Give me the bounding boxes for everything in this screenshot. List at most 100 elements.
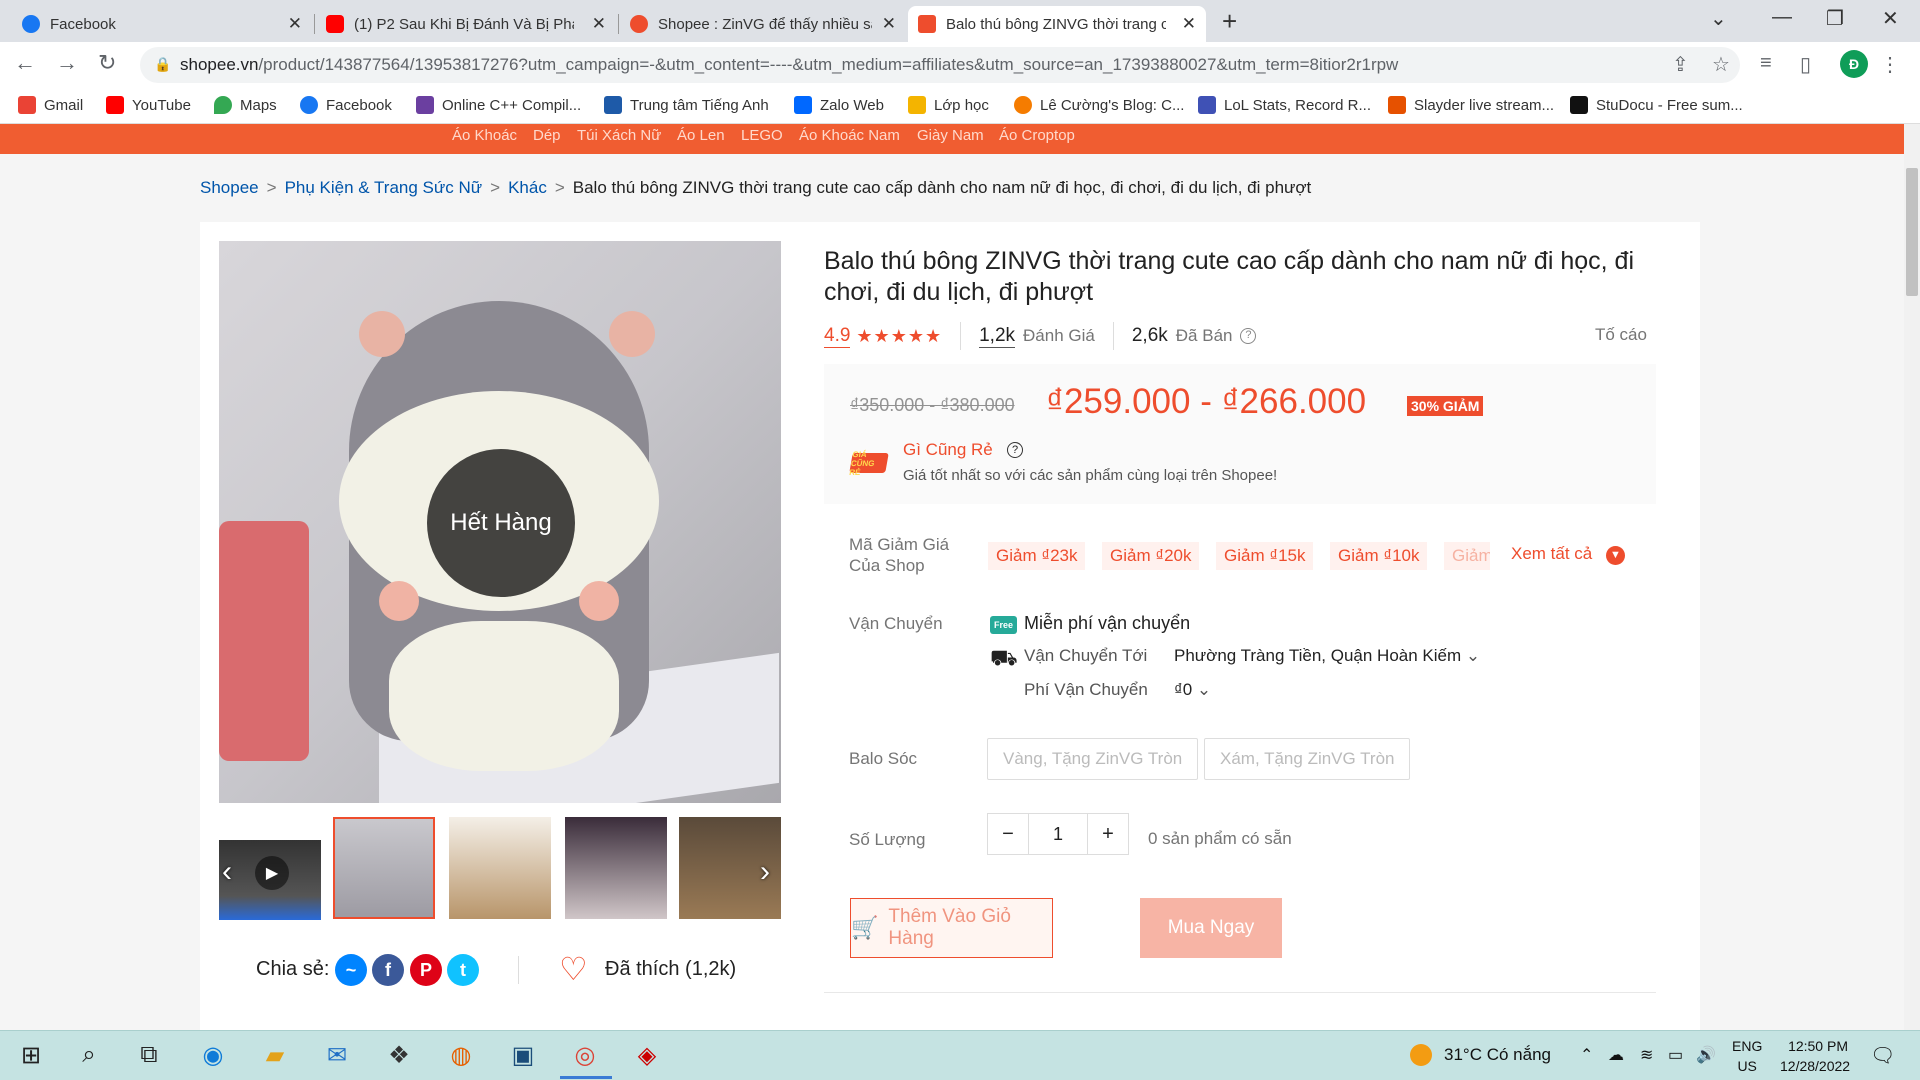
tab-facebook[interactable]: Facebook ✕ (12, 6, 312, 42)
variant-option-yellow[interactable]: Vàng, Tặng ZinVG Tròn (987, 738, 1199, 780)
close-icon[interactable]: ✕ (1182, 14, 1196, 34)
search-icon[interactable]: ⌕ (72, 1038, 106, 1072)
app-icon[interactable]: ▣ (506, 1038, 540, 1072)
chevron-right-icon[interactable]: › (760, 855, 770, 889)
bookmark-youtube[interactable]: YouTube (106, 96, 191, 114)
bookmark-lol-stats[interactable]: LoL Stats, Record R... (1198, 96, 1371, 114)
chevron-up-icon[interactable]: ⌃ (1580, 1045, 1593, 1065)
breadcrumb-category[interactable]: Phụ Kiện & Trang Sức Nữ (285, 178, 483, 198)
facebook-share-icon[interactable]: f (372, 954, 404, 986)
breadcrumb-shopee[interactable]: Shopee (200, 178, 259, 198)
tab-search-icon[interactable]: ⌄ (1710, 6, 1727, 31)
restore-icon[interactable]: ❐ (1826, 6, 1844, 31)
media-control-icon[interactable]: ≡ (1760, 52, 1772, 75)
breadcrumb-subcategory[interactable]: Khác (508, 178, 547, 198)
thumbnail[interactable] (449, 817, 551, 919)
firefox-icon[interactable]: ◍ (444, 1038, 478, 1072)
chevron-down-icon[interactable]: ▼ (1606, 546, 1625, 565)
windows-start-icon[interactable]: ⊞ (14, 1038, 48, 1072)
side-panel-icon[interactable]: ▯ (1800, 52, 1811, 77)
thumbnail-video[interactable]: ▶ (219, 840, 321, 920)
cloud-icon[interactable]: ☁ (1608, 1045, 1624, 1065)
menu-icon[interactable]: ⋮ (1880, 52, 1900, 77)
buy-now-button[interactable]: Mua Ngay (1140, 898, 1282, 958)
weather-text[interactable]: 31°C Có nắng (1444, 1045, 1551, 1065)
reload-icon[interactable]: ↻ (98, 50, 116, 76)
tab-shopee-product[interactable]: Balo thú bông ZINVG thời trang c ✕ (908, 6, 1206, 42)
wifi-icon[interactable]: ≋ (1640, 1045, 1653, 1065)
voucher-chip[interactable]: Giảm ₫23k (988, 542, 1086, 570)
chevron-left-icon[interactable]: ‹ (222, 855, 232, 889)
search-keyword[interactable]: Túi Xách Nữ (577, 127, 661, 144)
task-view-icon[interactable]: ⧉ (132, 1038, 166, 1072)
profile-avatar[interactable]: Đ (1840, 50, 1868, 78)
thumbnail-selected[interactable] (333, 817, 435, 919)
search-keyword[interactable]: Áo Khoác Nam (799, 127, 900, 144)
review-count[interactable]: 1,2k (979, 325, 1016, 348)
bookmark-facebook[interactable]: Facebook (300, 96, 392, 114)
battery-icon[interactable]: ▭ (1668, 1045, 1683, 1065)
volume-icon[interactable]: 🔊 (1696, 1045, 1716, 1065)
bookmark-star-icon[interactable]: ☆ (1712, 52, 1730, 77)
bookmark-lop-hoc[interactable]: Lớp học (908, 96, 989, 114)
like-count[interactable]: Đã thích (1,2k) (605, 958, 736, 981)
tab-shopee-shop[interactable]: Shopee : ZinVG để thấy nhiều sản ✕ (620, 6, 906, 42)
increase-button[interactable]: + (1088, 814, 1128, 854)
see-all-vouchers[interactable]: Xem tất cả (1511, 544, 1592, 564)
dropbox-icon[interactable]: ❖ (382, 1038, 416, 1072)
new-tab-button[interactable]: + (1222, 6, 1237, 37)
ship-to-dropdown[interactable]: Phường Tràng Tiền, Quận Hoàn Kiếm ⌄ (1174, 646, 1480, 666)
back-icon[interactable]: ← (14, 50, 36, 76)
scrollbar-thumb[interactable] (1906, 168, 1918, 296)
tab-youtube[interactable]: (1) P2 Sau Khi Bị Đánh Và Bị Phá ✕ (316, 6, 616, 42)
search-keyword[interactable]: Áo Khoác (452, 127, 517, 144)
add-to-cart-button[interactable]: 🛒 Thêm Vào Giỏ Hàng (850, 898, 1053, 958)
report-link[interactable]: Tố cáo (1595, 325, 1647, 345)
voucher-chip[interactable]: Giảm (1444, 542, 1490, 570)
share-icon[interactable]: ⇪ (1672, 52, 1689, 77)
mail-icon[interactable]: ✉ (320, 1038, 354, 1072)
address-bar[interactable]: 🔒 shopee.vn/product/143877564/1395381727… (140, 47, 1740, 83)
weather-sun-icon[interactable] (1410, 1044, 1432, 1066)
voucher-chip[interactable]: Giảm ₫20k (1102, 542, 1200, 570)
chrome-icon[interactable]: ◎ (568, 1038, 602, 1072)
notification-icon[interactable]: 🗨 (1870, 1043, 1895, 1068)
help-icon[interactable]: ? (1240, 328, 1257, 344)
bookmark-zalo[interactable]: Zalo Web (794, 96, 884, 114)
bookmark-le-cuong[interactable]: Lê Cường's Blog: C... (1014, 96, 1184, 114)
gia-cung-re-title[interactable]: Gì Cũng Rẻ (903, 440, 993, 460)
garena-icon[interactable]: ◈ (630, 1038, 664, 1072)
language-indicator[interactable]: ENG US (1732, 1036, 1762, 1076)
close-icon[interactable]: ✕ (882, 14, 896, 34)
pinterest-icon[interactable]: P (410, 954, 442, 986)
bookmark-maps[interactable]: Maps (214, 96, 277, 114)
close-window-icon[interactable]: ✕ (1882, 6, 1899, 31)
ship-fee-dropdown[interactable]: ₫0 ⌄ (1174, 680, 1211, 700)
file-explorer-icon[interactable]: ▰ (258, 1038, 292, 1072)
bookmark-gmail[interactable]: Gmail (18, 96, 83, 114)
forward-icon[interactable]: → (56, 50, 78, 76)
bookmark-slayder[interactable]: Slayder live stream... (1388, 96, 1554, 114)
edge-icon[interactable]: ◉ (196, 1038, 230, 1072)
search-keyword[interactable]: Áo Croptop (999, 127, 1075, 144)
bookmark-trung-tam[interactable]: Trung tâm Tiếng Anh (604, 96, 769, 114)
heart-icon[interactable]: ♡ (559, 950, 588, 988)
search-keyword[interactable]: LEGO (741, 127, 783, 144)
voucher-chip[interactable]: Giảm ₫15k (1216, 542, 1314, 570)
thumbnail[interactable] (565, 817, 667, 919)
messenger-icon[interactable]: ~ (335, 954, 367, 986)
twitter-icon[interactable]: t (447, 954, 479, 986)
help-icon[interactable]: ? (1007, 442, 1023, 458)
close-icon[interactable]: ✕ (288, 14, 302, 34)
bookmark-studocu[interactable]: StuDocu - Free sum... (1570, 96, 1743, 114)
variant-option-gray[interactable]: Xám, Tặng ZinVG Tròn (1204, 738, 1411, 780)
search-keyword[interactable]: Dép (533, 127, 561, 144)
voucher-chip[interactable]: Giảm ₫10k (1330, 542, 1428, 570)
clock[interactable]: 12:50 PM 12/28/2022 (1780, 1036, 1850, 1076)
decrease-button[interactable]: − (988, 814, 1028, 854)
close-icon[interactable]: ✕ (592, 14, 606, 34)
quantity-input[interactable]: 1 (1028, 814, 1088, 854)
search-keyword[interactable]: Áo Len (677, 127, 725, 144)
bookmark-online-cpp[interactable]: Online C++ Compil... (416, 96, 581, 114)
minimize-icon[interactable]: — (1772, 6, 1792, 29)
